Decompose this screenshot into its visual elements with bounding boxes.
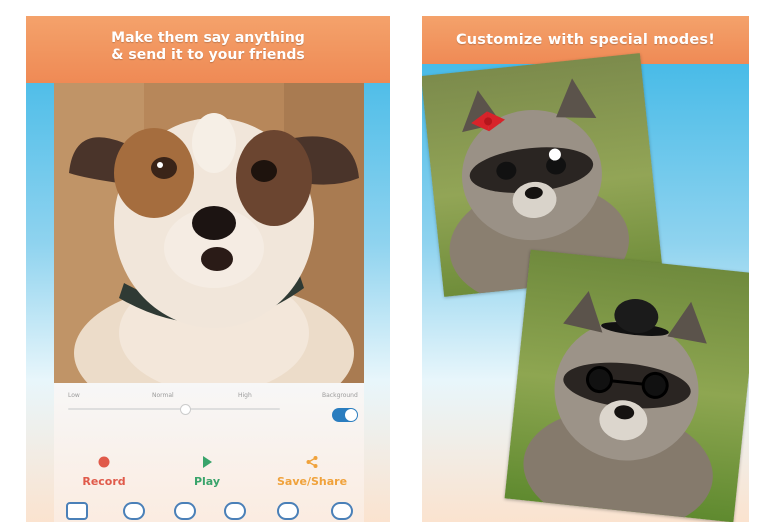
hat-mode-icon[interactable] — [123, 502, 145, 520]
pitch-labels: Low Normal High Background — [54, 392, 364, 402]
toggle-knob — [345, 409, 357, 421]
raccoon-with-bowler-hat-photo — [504, 249, 749, 522]
save-share-label: Save/Share — [276, 475, 348, 488]
right-screen: Customize with special modes! — [422, 16, 749, 522]
promo-banner-right: Customize with special modes! — [422, 16, 749, 64]
left-screen: Make them say anything & send it to your… — [26, 16, 390, 522]
pitch-label-normal: Normal — [152, 392, 174, 399]
background-label: Background — [322, 392, 358, 399]
background-toggle[interactable] — [332, 408, 358, 422]
banner-line-2: & send it to your friends — [111, 47, 305, 63]
pitch-slider-thumb[interactable] — [179, 404, 191, 415]
pitch-label-low: Low — [68, 392, 80, 399]
play-button[interactable]: Play — [162, 455, 252, 488]
sticker-mode-icon[interactable] — [331, 502, 353, 520]
pitch-slider[interactable] — [68, 404, 280, 415]
banner-line-1: Make them say anything — [111, 30, 305, 46]
voice-controls-card: Low Normal High Background Record Play S… — [54, 383, 364, 522]
record-icon — [98, 456, 110, 468]
play-label: Play — [193, 475, 221, 488]
pitch-label-high: High — [238, 392, 252, 399]
glasses-mode-icon[interactable] — [174, 502, 196, 520]
share-icon — [306, 456, 318, 468]
save-share-button[interactable]: Save/Share — [267, 455, 357, 488]
promo-banner: Make them say anything & send it to your… — [26, 16, 390, 83]
record-label: Record — [82, 475, 126, 488]
play-icon — [203, 456, 212, 468]
lips-mode-icon[interactable] — [277, 502, 299, 520]
frame-mode-icon[interactable] — [66, 502, 88, 520]
mustache-mode-icon[interactable] — [224, 502, 246, 520]
dog-photo — [54, 83, 364, 383]
banner-title: Customize with special modes! — [455, 32, 716, 48]
record-button[interactable]: Record — [59, 455, 149, 488]
